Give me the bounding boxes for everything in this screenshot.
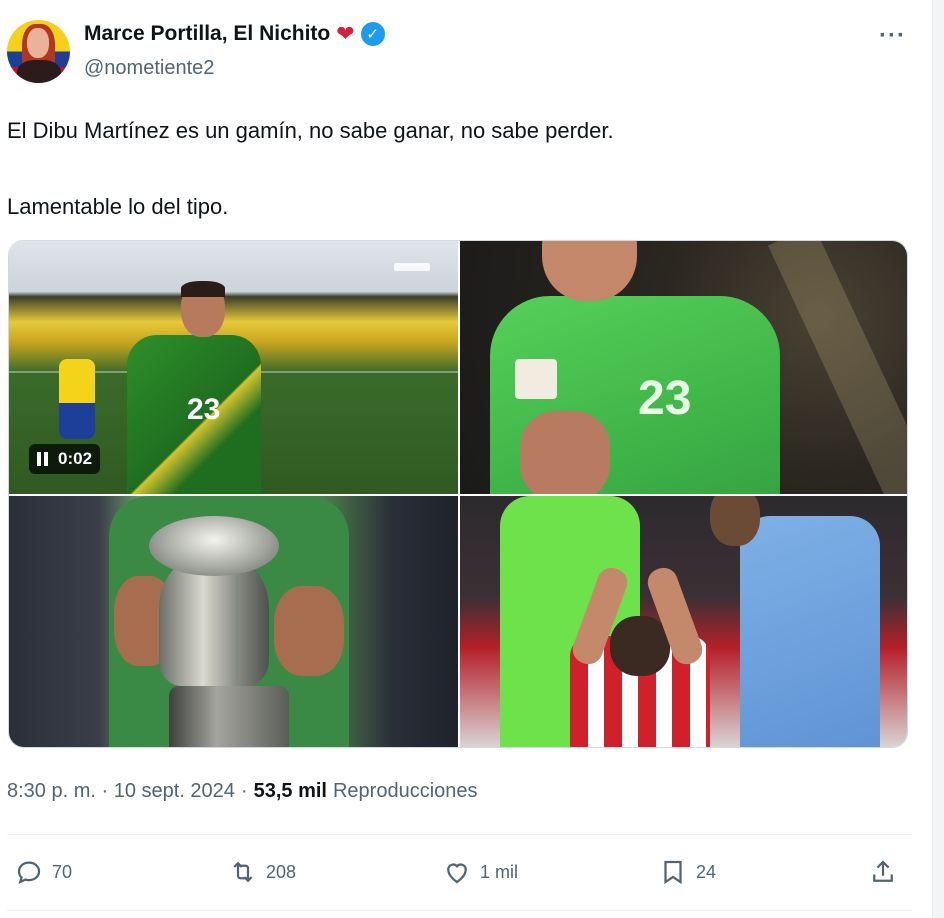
timestamp[interactable]: 8:30 p. m. · 10 sept. 2024 [7,780,235,803]
broadcast-logo [394,263,430,271]
action-bar: 70 208 1 mil 24 [0,850,932,894]
scrollbar[interactable] [932,0,944,918]
author-handle[interactable]: @nometiente2 [84,57,214,80]
tweet-meta: 8:30 p. m. · 10 sept. 2024 · 53,5 mil Re… [7,780,478,803]
reply-icon [17,861,41,885]
divider [7,910,912,911]
avatar[interactable] [7,20,70,83]
media-image-keeper-closeup[interactable]: 23 [460,241,907,494]
media-video-stadium[interactable]: 23 0:02 [9,241,458,494]
views-label: Reproducciones [332,780,478,802]
author-display-name[interactable]: Marce Portilla, El Nichito [84,22,330,46]
share-icon [873,860,893,882]
right-hand [274,586,344,676]
meta-separator: · [240,780,248,802]
tweet-text-line: Lamentable lo del tipo. [7,194,229,219]
divider [7,834,912,835]
reply-button[interactable]: 70 [14,850,72,894]
jersey-patch [515,359,557,399]
more-options-icon[interactable]: ··· [879,22,906,50]
player-head [542,241,637,301]
views-count: 53,5 mil [253,780,327,802]
video-time: 0:02 [58,449,93,468]
bookmark-button[interactable]: 24 [658,850,716,894]
repost-icon [233,861,253,883]
trophy-base [169,686,289,747]
verified-badge-icon[interactable]: ✓ [360,22,385,46]
blue-kit-player [740,516,880,747]
striped-player-head [610,616,670,676]
repost-button[interactable]: 208 [228,850,296,894]
goalkeeper-figure: 23 [119,281,261,494]
author-name-row: Marce Portilla, El Nichito ❤ ✓ [84,22,385,46]
media-grid: 23 0:02 23 [8,240,908,748]
tweet-text-line: El Dibu Martínez es un gamín, no sabe ga… [7,118,614,143]
jersey-number: 23 [638,372,692,425]
player-hair [181,281,225,297]
light-streak [767,241,907,494]
bookmark-count: 24 [696,861,717,882]
avatar-face [27,28,49,58]
like-button[interactable]: 1 mil [442,850,518,894]
media-image-trophy[interactable] [9,496,458,747]
share-button[interactable] [868,850,898,894]
video-playback-badge[interactable]: 0:02 [29,444,101,474]
avatar-body [17,60,61,83]
media-image-consoling[interactable] [460,496,907,747]
heart-icon [447,863,467,884]
trophy-top [149,516,279,576]
repost-count: 208 [266,861,297,882]
like-count: 1 mil [480,861,519,882]
reply-count: 70 [52,861,73,882]
bookmark-icon [664,860,682,885]
heart-emoji-icon: ❤ [336,21,355,46]
jersey-number: 23 [187,393,221,426]
blue-player-head [710,496,760,546]
player-arm [520,411,610,494]
tweet-card: Marce Portilla, El Nichito ❤ ✓ @nometien… [0,0,932,918]
pause-icon[interactable] [37,452,48,466]
background-player [59,359,95,439]
